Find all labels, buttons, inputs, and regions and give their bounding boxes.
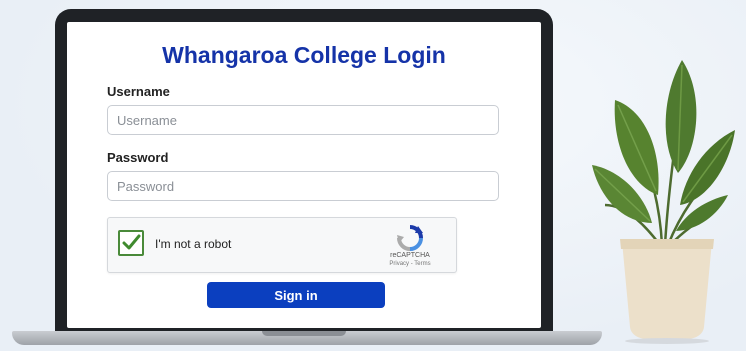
laptop-notch — [262, 331, 346, 336]
sign-in-button[interactable]: Sign in — [207, 282, 385, 308]
recaptcha-brand: reCAPTCHA — [390, 252, 430, 259]
checkmark-icon — [122, 234, 141, 250]
laptop-screen: Whangaroa College Login Username Passwor… — [67, 22, 541, 328]
recaptcha-checkbox[interactable] — [118, 230, 144, 256]
recaptcha-widget: I'm not a robot reCAPTCHA Privacy - Term… — [107, 217, 457, 273]
password-label: Password — [107, 150, 169, 165]
page-title: Whangaroa College Login — [162, 42, 446, 68]
recaptcha-label: I'm not a robot — [155, 237, 232, 251]
password-input[interactable] — [107, 171, 499, 201]
username-input[interactable] — [107, 105, 499, 135]
recaptcha-logo-icon — [397, 225, 423, 251]
potted-plant-icon — [592, 60, 735, 344]
recaptcha-links[interactable]: Privacy - Terms — [378, 261, 442, 267]
username-label: Username — [107, 84, 170, 99]
